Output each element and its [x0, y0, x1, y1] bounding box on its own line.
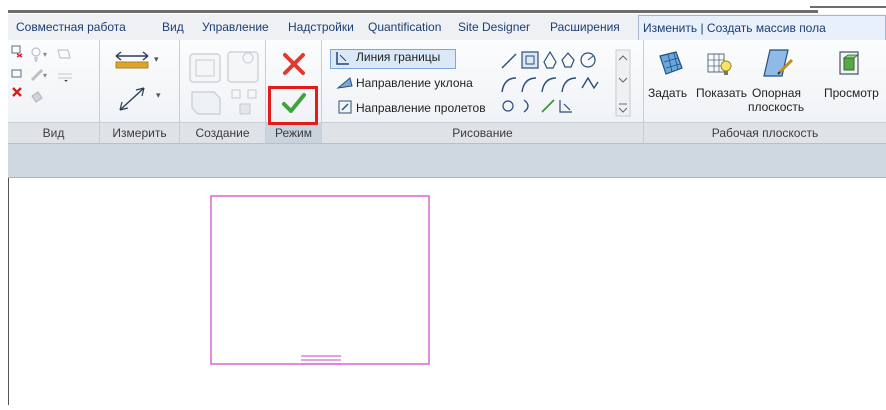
panel-workplane: Задать Показать Опорная плоскость Просмо…: [644, 40, 886, 143]
reference-plane-label-2[interactable]: плоскость: [748, 100, 804, 114]
show-workplane-label[interactable]: Показать: [696, 86, 747, 100]
options-bar: [8, 143, 886, 178]
tab-extensions[interactable]: Расширения: [546, 14, 624, 40]
floor-boundary-sketch[interactable]: [210, 195, 430, 365]
svg-text:▾: ▾: [154, 54, 159, 64]
panel-label-create: Создание: [180, 122, 265, 143]
tab-view[interactable]: Вид: [158, 14, 188, 40]
tab-quantification[interactable]: Quantification: [364, 14, 445, 40]
slope-arrow-label[interactable]: Направление уклона: [356, 76, 473, 90]
set-workplane-label[interactable]: Задать: [648, 86, 687, 100]
set-workplane-icon[interactable]: [656, 48, 686, 78]
tab-modify-create-floor-array[interactable]: Изменить | Создать массив пола: [638, 15, 886, 41]
panel-label-mode: Режим: [266, 122, 321, 143]
svg-text:▾: ▾: [43, 50, 47, 59]
span-direction-symbol[interactable]: [301, 355, 341, 365]
panel-label-draw: Рисование: [322, 122, 643, 143]
span-direction-label[interactable]: Направление пролетов: [356, 101, 486, 115]
show-workplane-icon[interactable]: [704, 48, 734, 78]
drawing-canvas[interactable]: [8, 178, 886, 405]
span-direction-icon[interactable]: [336, 98, 354, 116]
ribbon: ▾ ▾ Вид ▾ ▾ Измерить Создание Режим Лини…: [8, 40, 886, 143]
view-tools-icon[interactable]: ▾ ▾: [28, 46, 88, 106]
tab-site-designer[interactable]: Site Designer: [454, 14, 534, 40]
tab-manage[interactable]: Управление: [198, 14, 273, 40]
svg-text:▾: ▾: [156, 90, 161, 100]
window-top-edge: [0, 0, 886, 14]
panel-label-measure: Измерить: [100, 122, 179, 143]
viewer-icon[interactable]: [832, 46, 866, 80]
panel-create: Создание: [180, 40, 266, 143]
cancel-edit-mode-icon[interactable]: [282, 52, 306, 76]
tab-collaborate[interactable]: Совместная работа: [12, 14, 130, 40]
ribbon-tab-bar: Совместная работа Вид Управление Надстро…: [8, 14, 886, 41]
top-border: [8, 10, 818, 13]
panel-label-workplane: Рабочая плоскость: [644, 122, 886, 143]
create-tools-icon[interactable]: [186, 46, 266, 118]
top-border-right: [810, 6, 886, 8]
measure-along-icon[interactable]: ▾: [116, 82, 168, 116]
measure-distance-icon[interactable]: ▾: [114, 50, 166, 74]
slope-arrow-icon[interactable]: [336, 74, 354, 92]
viewer-label[interactable]: Просмотр: [824, 86, 879, 100]
finish-mode-highlight: [268, 86, 318, 125]
boundary-line-label: Линия границы: [356, 50, 441, 64]
panel-measure: ▾ ▾ Измерить: [100, 40, 180, 143]
tab-addins[interactable]: Надстройки: [284, 14, 358, 40]
reference-plane-label-1[interactable]: Опорная: [752, 86, 801, 100]
panel-draw: Линия границы Направление уклона Направл…: [322, 40, 644, 143]
panel-label-view: Вид: [8, 122, 99, 143]
svg-text:▾: ▾: [43, 71, 47, 80]
draw-shapes-gallery[interactable]: [498, 48, 644, 118]
boundary-line-icon: [336, 52, 349, 65]
panel-view: ▾ ▾ Вид: [8, 40, 100, 143]
reference-plane-icon[interactable]: [762, 46, 796, 80]
sketch-svg: [210, 195, 430, 365]
small-tools-icon[interactable]: [10, 44, 24, 104]
